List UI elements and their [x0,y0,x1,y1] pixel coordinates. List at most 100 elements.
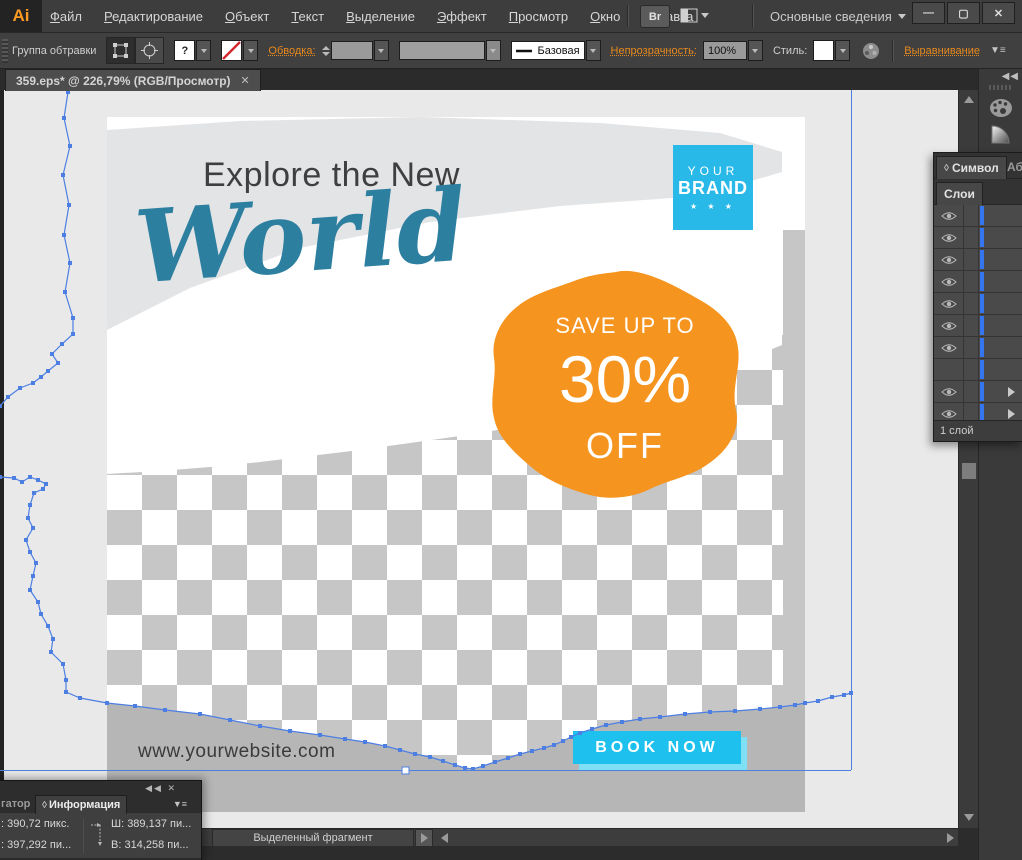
layer-row[interactable] [934,359,1022,381]
layer-lock-column[interactable] [963,337,979,358]
layer-row[interactable] [934,227,1022,249]
opacity-link[interactable]: Непрозрачность: [611,45,697,57]
layer-lock-column[interactable] [963,381,979,402]
panel-grip[interactable] [2,39,8,63]
tab-symbol[interactable]: ◊ Символ [936,156,1007,179]
stroke-weight-stepper[interactable] [322,46,330,56]
toolbar-separator [627,5,629,27]
layer-lock-column[interactable] [963,249,979,270]
edit-contents-button[interactable] [135,37,164,64]
stroke-weight-dropdown[interactable] [374,40,389,61]
tab-layers[interactable]: Слои [936,182,983,205]
triangle-right-icon [947,833,954,843]
close-button[interactable]: ✕ [982,2,1015,24]
variable-width-field[interactable] [399,41,485,60]
panel-collapse-close-icons[interactable]: ◀◀ ✕ [145,783,177,794]
scroll-down-button[interactable] [961,810,977,824]
menu-item-4[interactable]: Выделение [346,9,415,24]
layer-lock-column[interactable] [963,315,979,336]
visibility-eye-icon[interactable] [934,337,964,358]
layer-row[interactable] [934,403,1022,420]
arrange-documents-button[interactable] [680,5,718,26]
artboard[interactable]: Explore the New World YOUR BRAND ★ ★ ★ S… [107,117,805,812]
visibility-eye-icon[interactable] [934,403,964,420]
vertical-scroll-thumb[interactable] [962,463,976,479]
tab-info-label: Информация [49,799,120,811]
menu-item-1[interactable]: Редактирование [104,9,203,24]
layer-row[interactable] [934,205,1022,227]
color-panel-button[interactable] [987,96,1015,120]
tab-paragraph[interactable]: Абза [1000,156,1022,178]
panel-menu-button[interactable]: ▼≡ [990,45,1006,56]
stroke-weight-link[interactable]: Обводка: [268,45,315,57]
layer-row[interactable] [934,271,1022,293]
brush-definition-dropdown[interactable] [586,40,601,61]
align-link[interactable]: Выравнивание [904,45,980,57]
workspace-label: Основные сведения [770,9,892,24]
book-now-button[interactable]: BOOK NOW [573,731,741,764]
layer-row[interactable] [934,293,1022,315]
dock-grip[interactable] [989,85,1013,90]
visibility-eye-icon[interactable] [934,315,964,336]
info-x-value: : 390,72 пикс. [1,818,69,830]
layer-row[interactable] [934,315,1022,337]
tab-symbol-label: Символ [952,161,999,175]
variable-width-dropdown[interactable] [486,40,501,61]
workspace-switcher[interactable]: Основные сведения [770,0,906,32]
layer-row[interactable] [934,381,1022,403]
window-left-edge [0,90,4,846]
isolate-mode-button[interactable] [106,37,135,64]
fill-color-dropdown[interactable] [196,40,211,61]
bridge-button[interactable]: Br [640,5,670,28]
stroke-weight-field[interactable] [331,41,373,60]
stroke-color-swatch[interactable] [221,40,242,61]
layer-lock-column[interactable] [963,205,979,226]
menu-item-7[interactable]: Окно [590,9,620,24]
visibility-eye-icon[interactable] [934,293,964,314]
layer-lock-column[interactable] [963,227,979,248]
expand-arrow-icon[interactable] [1008,409,1015,419]
fill-color-swatch[interactable]: ? [174,40,195,61]
recolor-artwork-button[interactable] [860,40,882,62]
status-next-button[interactable] [415,829,433,847]
menu-item-5[interactable]: Эффект [437,9,487,24]
minimize-button[interactable]: — [912,2,945,24]
brush-definition-field[interactable]: Базовая [511,41,585,60]
script-word-text: World [131,166,470,307]
scroll-up-button[interactable] [961,92,977,106]
visibility-eye-icon[interactable] [934,227,964,248]
opacity-field[interactable]: 100% [703,41,747,60]
gradient-panel-button[interactable] [987,122,1015,146]
visibility-empty[interactable] [934,359,964,380]
menu-item-2[interactable]: Объект [225,9,269,24]
layer-row[interactable] [934,249,1022,271]
menu-item-6[interactable]: Просмотр [509,9,568,24]
tab-close-icon[interactable]: ✕ [241,74,250,87]
menu-item-0[interactable]: Файл [50,9,82,24]
maximize-button[interactable]: ▢ [947,2,980,24]
visibility-eye-icon[interactable] [934,205,964,226]
visibility-eye-icon[interactable] [934,249,964,270]
document-tab[interactable]: 359.eps* @ 226,79% (RGB/Просмотр) ✕ [5,69,261,91]
expand-arrow-icon[interactable] [1008,387,1015,397]
tab-navigator[interactable]: гатор [1,798,30,810]
panel-menu-icon[interactable]: ▼≡ [173,799,187,809]
opacity-dropdown[interactable] [748,40,763,61]
layer-lock-column[interactable] [963,359,979,380]
stroke-color-dropdown[interactable] [243,40,258,61]
scroll-left-button[interactable] [441,833,448,843]
dock-collapse-button[interactable]: ◀◀ [1002,71,1019,82]
tab-info[interactable]: ◊ Информация [35,795,127,814]
layer-lock-column[interactable] [963,271,979,292]
style-swatch[interactable] [813,40,834,61]
visibility-eye-icon[interactable] [934,381,964,402]
layer-lock-column[interactable] [963,403,979,420]
pasteboard[interactable]: Explore the New World YOUR BRAND ★ ★ ★ S… [4,90,958,828]
status-field[interactable]: Выделенный фрагмент [212,829,414,847]
visibility-eye-icon[interactable] [934,271,964,292]
layer-lock-column[interactable] [963,293,979,314]
layer-row[interactable] [934,337,1022,359]
menu-item-3[interactable]: Текст [291,9,324,24]
scroll-right-button[interactable] [947,833,954,843]
style-dropdown[interactable] [835,40,850,61]
